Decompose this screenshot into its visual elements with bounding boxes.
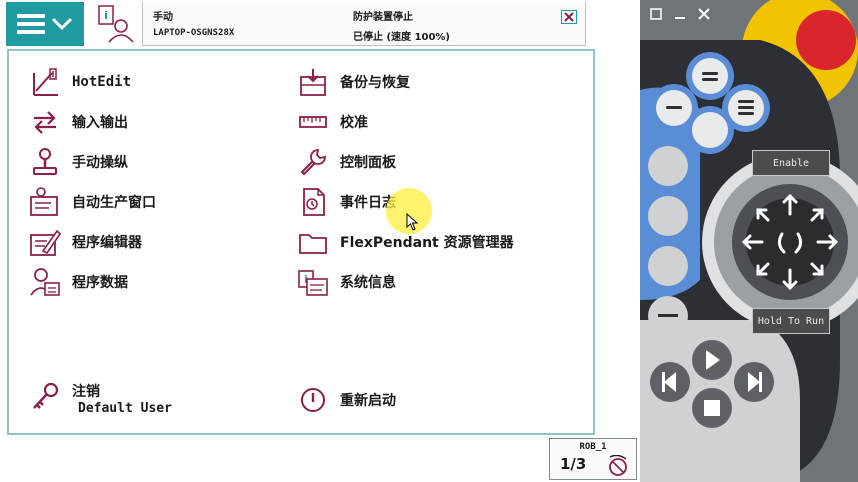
status-area[interactable]: 手动 LAPTOP-OSGNS28X 防护装置停止 已停止 (速度 100%) <box>142 2 586 46</box>
joystick-arrows <box>741 193 839 291</box>
run-control-keys <box>650 340 774 428</box>
system-info-icon: i <box>296 266 330 298</box>
hardware-pendant: Enable Hold To Run <box>640 0 858 482</box>
menu-item-control-panel[interactable]: 控制面板 <box>296 146 396 178</box>
program-state-speed: 已停止 (速度 100%) <box>353 32 450 43</box>
hamburger-icon <box>17 14 45 34</box>
calibration-ruler-icon <box>296 106 330 138</box>
menu-item-hotedit[interactable]: HotEdit <box>28 66 131 98</box>
robot-speed-icon <box>609 455 627 476</box>
logout-label: 注销 <box>72 384 100 400</box>
menu-item-label: 自动生产窗口 <box>72 195 156 211</box>
menu-item-calibration[interactable]: 校准 <box>296 106 368 138</box>
menu-item-event-log[interactable]: 事件日志 <box>296 186 396 218</box>
close-window-icon[interactable] <box>561 10 577 24</box>
operation-mode: 手动 <box>153 12 173 23</box>
svg-text:i: i <box>104 9 108 22</box>
event-log-icon <box>296 186 330 218</box>
jog-mode-keys <box>648 146 688 336</box>
mouse-pointer-icon <box>406 213 419 231</box>
menu-item-label: 控制面板 <box>340 155 396 171</box>
quickset-rob1-button[interactable]: ROB_1 1/3 <box>549 438 637 480</box>
menu-item-label: 校准 <box>340 115 368 131</box>
menu-item-label: 输入输出 <box>72 115 128 131</box>
program-editor-icon <box>28 226 62 258</box>
speed-fraction: 1/3 <box>560 455 587 473</box>
restore-window-icon[interactable] <box>648 6 664 22</box>
programmable-keys <box>650 52 770 154</box>
mechanical-unit-label: ROB_1 <box>579 442 607 452</box>
menu-item-program-editor[interactable]: 程序编辑器 <box>28 226 142 258</box>
abb-main-menu-button[interactable] <box>6 2 84 46</box>
logged-in-user: Default User <box>78 401 172 416</box>
minimize-window-icon[interactable] <box>672 6 688 22</box>
system-name: LAPTOP-OSGNS28X <box>153 28 235 38</box>
operator-window-icon[interactable]: i <box>92 3 138 45</box>
top-status-bar: i 手动 LAPTOP-OSGNS28X 防护装置停止 已停止 (速度 100%… <box>0 0 640 48</box>
key-icon <box>28 381 62 413</box>
production-window-icon <box>28 186 62 218</box>
power-icon <box>296 384 330 416</box>
menu-item-io[interactable]: 输入输出 <box>28 106 128 138</box>
menu-item-label: 程序数据 <box>72 275 128 291</box>
program-data-icon <box>28 266 62 298</box>
controller-state: 防护装置停止 <box>353 12 413 23</box>
hold-to-run-button[interactable]: Hold To Run <box>752 308 830 334</box>
menu-item-label: HotEdit <box>72 74 132 90</box>
window-controls <box>648 6 712 22</box>
restart-button[interactable]: 重新启动 <box>296 384 396 416</box>
folder-icon <box>296 226 330 258</box>
wrench-icon <box>296 146 330 178</box>
flexpendant-screen: i 手动 LAPTOP-OSGNS28X 防护装置停止 已停止 (速度 100%… <box>0 0 640 482</box>
chevron-down-icon <box>51 17 73 31</box>
menu-item-jogging[interactable]: 手动操纵 <box>28 146 128 178</box>
backup-icon <box>296 66 330 98</box>
menu-item-label: FlexPendant 资源管理器 <box>340 235 514 251</box>
menu-item-label: 手动操纵 <box>72 155 128 171</box>
enable-button[interactable]: Enable <box>752 150 830 176</box>
menu-item-label: 备份与恢复 <box>340 75 410 91</box>
close-window-icon[interactable] <box>696 6 712 22</box>
joystick-icon <box>28 146 62 178</box>
restart-label: 重新启动 <box>340 393 396 409</box>
menu-item-program-data[interactable]: 程序数据 <box>28 266 128 298</box>
hotedit-icon <box>28 66 62 98</box>
io-arrows-icon <box>28 106 62 138</box>
menu-item-production-window[interactable]: 自动生产窗口 <box>28 186 156 218</box>
menu-item-backup-restore[interactable]: 备份与恢复 <box>296 66 410 98</box>
menu-item-label: 程序编辑器 <box>72 235 142 251</box>
menu-item-label: 系统信息 <box>340 275 396 291</box>
menu-item-system-info[interactable]: i 系统信息 <box>296 266 396 298</box>
